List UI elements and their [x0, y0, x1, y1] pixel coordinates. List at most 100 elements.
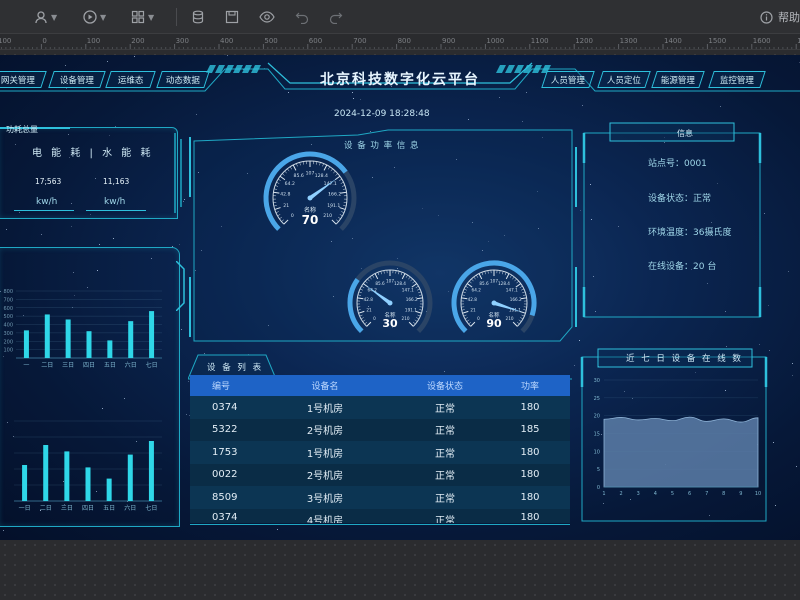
preview-button[interactable] [259, 7, 275, 27]
gauge-tick [279, 216, 283, 220]
gauge-tick [419, 309, 423, 311]
redo-icon [329, 12, 343, 24]
gauge-tick-label: 85.6 [479, 281, 489, 286]
gauge-tick [461, 309, 465, 311]
gauge-tick-label: 147.1 [506, 288, 518, 293]
gauge-tick [395, 270, 397, 274]
cell-status: 正常 [435, 448, 455, 460]
save-button[interactable] [225, 7, 239, 27]
user-menu-button[interactable]: ▼ [34, 7, 57, 27]
table-row[interactable]: 1753 1号机房 正常 180 [190, 441, 570, 464]
table-row[interactable]: 0374 1号机房 正常 180 [190, 396, 570, 419]
nav-label: 动态数据 [165, 75, 200, 86]
table-row[interactable]: 0022 2号机房 正常 180 [190, 463, 570, 486]
bar [106, 478, 112, 501]
editor-toolbar: ▼ ▼ ▼ 帮助 [0, 0, 800, 34]
gauge-tick [357, 309, 361, 311]
redo-button[interactable] [329, 7, 343, 27]
gauge-tick [274, 188, 278, 190]
chevron-down-icon: ▼ [148, 12, 155, 22]
database-button[interactable] [191, 7, 205, 27]
nav-device-button[interactable]: 设备管理 [48, 71, 106, 88]
nav-personnel-button[interactable]: 人员管理 [541, 71, 595, 88]
y-tick-label: 300 [3, 331, 13, 337]
gauge-tick [478, 273, 483, 280]
x-tick-label: 2 [620, 491, 623, 497]
gauge-tick-label: 210 [323, 213, 332, 219]
gauge-tick [340, 191, 347, 194]
star [186, 413, 188, 415]
nav-positioning-button[interactable]: 人员定位 [597, 71, 651, 88]
y-tick-label: 30 [594, 378, 600, 384]
gauge-tick [522, 291, 526, 294]
gauge-tick [279, 175, 286, 181]
bar [44, 314, 50, 358]
bar [148, 441, 154, 501]
gauge-tick [512, 321, 518, 327]
power-gauge-1: 02142.864.285.6107128.4147.1166.2191.121… [263, 151, 357, 231]
gauge-hub [491, 300, 497, 306]
y-tick-label: 400 [3, 323, 13, 329]
gauge-tick [364, 321, 368, 325]
nav-dynamic-data-button[interactable]: 动态数据 [156, 71, 210, 88]
gauge-tick [340, 182, 344, 184]
x-tick-label: 四日 [82, 505, 94, 512]
star [792, 374, 794, 376]
undo-button[interactable] [295, 7, 309, 27]
gauge-tick [277, 214, 281, 217]
gauge-tick [470, 321, 476, 327]
gauge-tick [319, 162, 321, 166]
cell-power: 180 [520, 401, 540, 413]
table-header: 编号 设备名 设备状态 功率 [190, 375, 570, 396]
cell-power: 180 [520, 446, 540, 458]
gauge-tick [468, 321, 472, 325]
table-row[interactable]: 5322 2号机房 正常 185 [190, 418, 570, 441]
x-tick-label: 10 [755, 491, 761, 497]
nav-ops-button[interactable]: 运维态 [105, 71, 156, 88]
gauge-tick [283, 219, 289, 225]
x-tick-label: 一日 [19, 505, 31, 512]
gauge-tick [415, 285, 419, 288]
ruler-tick-marks: 1000100200300400500600700800900100011001… [0, 37, 800, 49]
ruler-label: 100 [87, 37, 100, 45]
cell-status: 正常 [435, 403, 455, 415]
gauge-tick [360, 288, 363, 291]
layout-menu-button[interactable]: ▼ [131, 7, 154, 27]
power-gauge-2: 02142.864.285.6107128.4147.1166.2191.121… [347, 260, 433, 334]
dashboard-screen[interactable]: 北京科技数字化云平台 2024-12-09 18:28:48 网关管理 设备管理… [0, 55, 800, 540]
nav-label: 监控管理 [719, 75, 754, 86]
ruler-label: 1200 [575, 37, 593, 45]
gauge-tick [275, 211, 279, 213]
horizontal-ruler[interactable]: 1000100200300400500600700800900100011001… [0, 34, 800, 50]
gauge-tick [518, 319, 522, 322]
nav-energy-button[interactable]: 能源管理 [651, 71, 705, 88]
nav-gateway-button[interactable]: 网关管理 [0, 71, 47, 88]
cell-id: 8509 [212, 491, 238, 503]
table-row[interactable]: 0374 4号机房 正常 180 [190, 508, 570, 523]
gauge-tick [505, 273, 510, 280]
nav-label: 运维态 [117, 75, 144, 86]
gauge-tick [462, 291, 466, 294]
database-icon [192, 10, 204, 24]
gauge-tick [275, 185, 279, 187]
ruler-label: 900 [442, 37, 455, 45]
grid-icon [131, 10, 145, 24]
gauge-value: 30 [382, 317, 398, 330]
ruler-label: 500 [264, 37, 277, 45]
gauge-tick-label: 166.2 [510, 297, 522, 302]
x-tick-label: 5 [671, 491, 674, 497]
star [468, 118, 470, 120]
help-button[interactable]: 帮助 [760, 7, 800, 27]
gauge-tick [408, 321, 414, 327]
table-row[interactable]: 8509 3号机房 正常 180 [190, 486, 570, 509]
gauge-tick [487, 270, 489, 274]
toolbar-divider [176, 8, 177, 26]
nav-monitor-button[interactable]: 监控管理 [708, 71, 766, 88]
ruler-label: 700 [353, 37, 366, 45]
preview-menu-button[interactable]: ▼ [83, 7, 106, 27]
gauge-tick [461, 297, 468, 300]
star [2, 529, 4, 531]
bar [22, 465, 28, 501]
gauge-tick [519, 285, 523, 288]
x-tick-label: 9 [739, 491, 742, 497]
